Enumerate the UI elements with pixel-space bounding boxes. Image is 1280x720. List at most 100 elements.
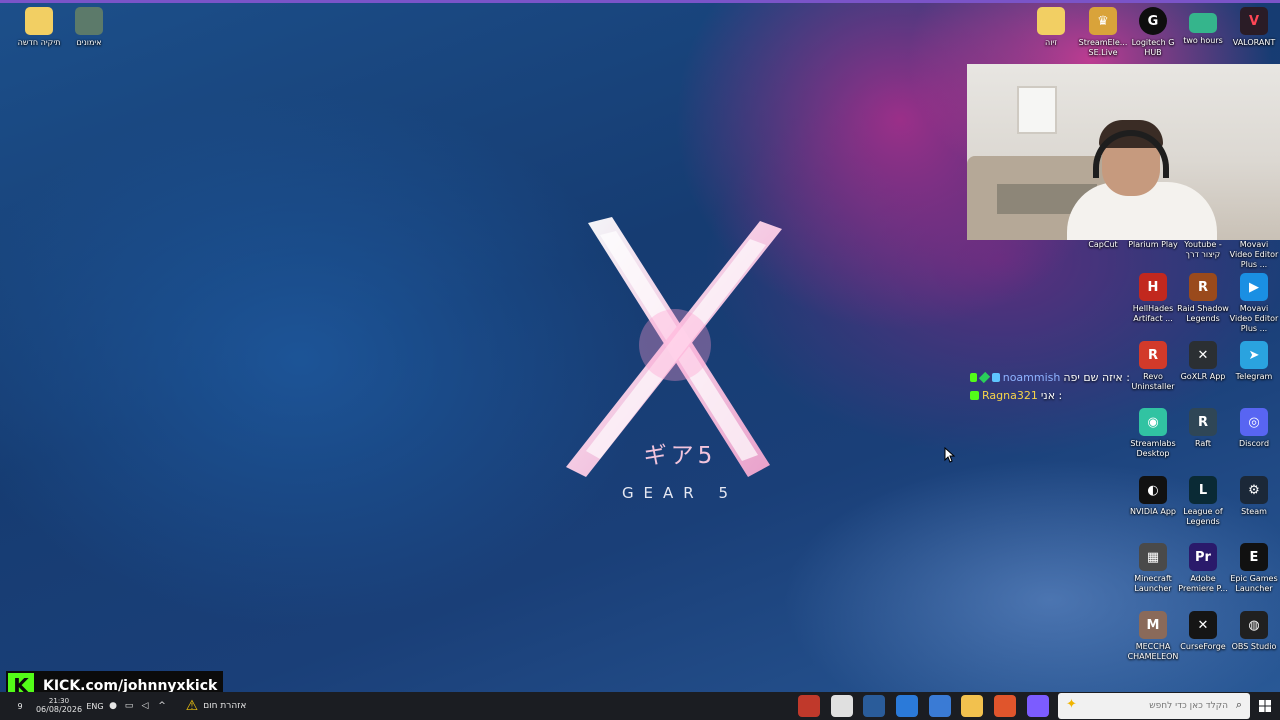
desktop-icon-label: Movavi Video Editor Plus ... [1229,304,1279,333]
search-bar[interactable]: ✦ ⌕ [1058,693,1250,719]
desktop-icon-movavi[interactable]: Movavi Video Editor Plus ... [1228,240,1280,270]
clock[interactable]: 21:30 06/08/2026 [32,692,86,720]
raft-icon: R [1189,408,1217,436]
desktop-icon-label: Movavi Video Editor Plus ... [1229,240,1279,269]
folder-icon [25,7,53,35]
notification-center-button[interactable]: 9 [10,692,30,720]
desktop-icon-league[interactable]: L League of Legends [1177,476,1229,527]
mail-app-icon[interactable] [896,695,918,717]
chat-message: Ragna321 אני : [970,386,1130,404]
desktop-icon-label: VALORANT [1232,38,1276,47]
desktop-icon-capcut[interactable]: CapCut [1077,240,1129,250]
desktop-icon-label: Youtube - קיצור דרך [1184,240,1222,259]
desktop-icon-new-folder[interactable]: תיקיה חדשה [13,7,65,48]
file-explorer-icon[interactable] [961,695,983,717]
desktop-icon-nvidia[interactable]: ◐ NVIDIA App [1127,476,1179,517]
store-icon[interactable] [929,695,951,717]
desktop-icon-streamelements[interactable]: ♛ StreamEle... SE.Live [1077,7,1129,58]
raid-icon: R [1189,273,1217,301]
weather-widget[interactable]: ⚠ אזהרת חום [180,692,252,720]
meccha-icon: M [1139,611,1167,639]
clock-date: 06/08/2026 [35,705,83,714]
telegram-icon: ➤ [1240,341,1268,369]
desktop-icon-training[interactable]: אימונים [63,7,115,48]
desktop-icon-label: CapCut [1088,240,1118,249]
desktop-icon-youtube[interactable]: Youtube - קיצור דרך [1177,240,1229,260]
desktop-icon-streamlabs[interactable]: ◉ Streamlabs Desktop [1127,408,1179,459]
stream-chat-overlay: noammish איזה שם יפה : Ragna321 אני : [970,368,1130,404]
desktop-icon-movavi[interactable]: ▶ Movavi Video Editor Plus ... [1228,273,1280,334]
desktop-icon-hellhades[interactable]: H HellHades Artifact ... [1127,273,1179,324]
language-indicator[interactable]: ENG [84,692,106,720]
sparkle-icon: ✦ [1066,697,1077,712]
chat-text: אני : [1040,388,1063,402]
obs-icon: ◍ [1240,611,1268,639]
desktop-icon-logitech[interactable]: G Logitech G HUB [1127,7,1179,58]
steam-taskbar-icon[interactable] [863,695,885,717]
gift-badge-icon [991,372,1000,382]
desktop-icon-two-hours[interactable]: two hours [1177,7,1229,46]
desktop-icon-revo[interactable]: R Revo Uninstaller [1127,341,1179,392]
weather-text: אזהרת חום [203,701,247,711]
webcam-window [1017,86,1057,134]
desktop-icon-label: Streamlabs Desktop [1130,439,1176,458]
desktop-icon-label: Logitech G HUB [1131,38,1175,57]
windows-icon [1259,700,1271,712]
desktop-icon-epic[interactable]: E Epic Games Launcher [1228,543,1280,594]
desktop-icon-steam[interactable]: ⚙ Steam [1228,476,1280,517]
kick-badge-icon [970,390,979,400]
start-button[interactable] [1254,692,1276,720]
desktop-icon-label: League of Legends [1183,507,1223,526]
copilot-icon[interactable] [1027,695,1049,717]
desktop-icon-label: Adobe Premiere P... [1178,574,1228,593]
desktop-icon-label: Raft [1194,439,1212,448]
logitech-icon: G [1139,7,1167,35]
wallpaper-japanese-title: ギア5 [643,443,717,469]
goxlr-icon: ✕ [1189,341,1217,369]
desktop-icon-label: two hours [1183,36,1223,45]
search-icon: ⌕ [1235,698,1242,711]
mouse-cursor-icon [944,447,956,463]
desktop-icon-label: Plarium Play [1128,240,1178,249]
desktop-icon-plarium[interactable]: Plarium Play [1127,240,1179,250]
chat-text: איזה שם יפה : [1063,370,1130,384]
streamlabs-icon: ◉ [1139,408,1167,436]
desktop-icon-ziva[interactable]: זיוה [1025,7,1077,48]
warning-icon: ⚠ [185,698,199,714]
chevron-up-icon[interactable]: ^ [155,692,169,720]
desktop-icon-label: StreamEle... SE.Live [1078,38,1128,57]
steam-icon: ⚙ [1240,476,1268,504]
kick-badge-icon [970,372,977,382]
volume-icon[interactable]: ◁ [138,692,152,720]
chrome-icon[interactable] [831,695,853,717]
desktop-icon-label: אימונים [76,38,102,47]
desktop-icon-telegram[interactable]: ➤ Telegram [1228,341,1280,382]
desktop-icon-minecraft[interactable]: ▦ Minecraft Launcher [1127,543,1179,594]
webcam-overlay [967,64,1280,240]
desktop-icon-valorant[interactable]: V VALORANT [1228,7,1280,48]
taskbar: 9 21:30 06/08/2026 ENG ● ▭ ◁ ^ ⚠ אזהרת ח… [0,692,1280,720]
microphone-icon[interactable]: ● [107,692,119,720]
desktop-icon-discord[interactable]: ◎ Discord [1228,408,1280,449]
desktop-icon-meccha[interactable]: M MECCHA CHAMELEON [1127,611,1179,662]
notification-count: 9 [17,701,23,711]
desktop-icon-goxlr[interactable]: ✕ GoXLR App [1177,341,1229,382]
office-app-icon[interactable] [994,695,1016,717]
desktop-icon-label: Revo Uninstaller [1131,372,1175,391]
nvidia-icon: ◐ [1139,476,1167,504]
desktop-icon-raft[interactable]: R Raft [1177,408,1229,449]
desktop-icon-premiere[interactable]: Pr Adobe Premiere P... [1177,543,1229,594]
chat-username: noammish [1002,370,1061,384]
curseforge-icon: ✕ [1189,611,1217,639]
desktop-icon-label: NVIDIA App [1130,507,1176,516]
desktop-icon-label: Minecraft Launcher [1134,574,1172,593]
desktop-icon-curseforge[interactable]: ✕ CurseForge [1177,611,1229,652]
network-icon[interactable]: ▭ [122,692,136,720]
desktop-icon-obs[interactable]: ◍ OBS Studio [1228,611,1280,652]
desktop-icon-raid[interactable]: R Raid Shadow Legends [1177,273,1229,324]
movavi-icon: ▶ [1240,273,1268,301]
premiere-icon: Pr [1189,543,1217,571]
record-app-icon[interactable] [798,695,820,717]
league-icon: L [1189,476,1217,504]
search-input[interactable] [1088,693,1228,719]
